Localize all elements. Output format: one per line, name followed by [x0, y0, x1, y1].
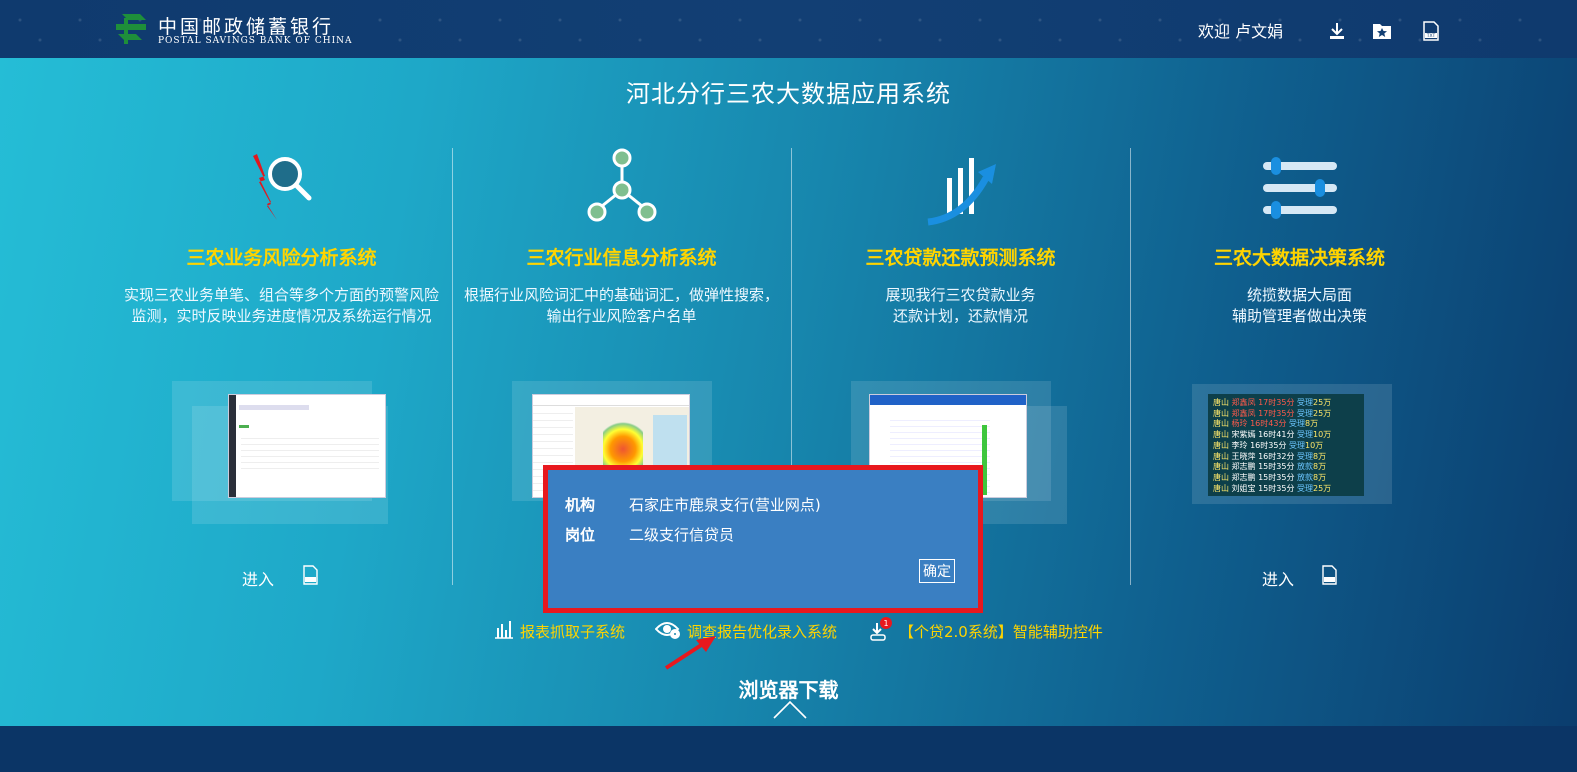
- logo-english-name: POSTAL SAVINGS BANK OF CHINA: [158, 36, 353, 46]
- ticker-row: 唐山 杨玲 16时43分 受理8万: [1213, 419, 1319, 429]
- network-nodes-icon: [587, 148, 656, 222]
- chevron-up-icon[interactable]: [772, 698, 808, 720]
- ticker-row: 唐山 郑志鹏 15时35分 放款8万: [1213, 462, 1327, 472]
- description-line: 还款计划，还款情况: [892, 307, 1028, 325]
- txt-file-icon[interactable]: TXT: [1420, 20, 1442, 42]
- main-panel: 河北分行三农大数据应用系统 三农业务风险分析系统 实现三农业务单笔、组合等多个方…: [0, 58, 1577, 726]
- system-preview: [172, 381, 392, 531]
- post-row: 岗位 二级支行信贷员: [565, 524, 734, 545]
- favorite-star-icon[interactable]: [1371, 20, 1393, 42]
- psbc-logo-icon: [116, 14, 146, 44]
- txt-file-icon[interactable]: [301, 565, 319, 585]
- system-description: 实现三农业务单笔、组合等多个方面的预警风险监测，实时反映业务进度情况及系统运行情…: [124, 286, 440, 325]
- personal-loan-plugin-link[interactable]: 【个贷2.0系统】智能辅助控件: [899, 621, 1103, 642]
- ticker-row: 唐山 郑鑫凤 17时35分 受理25万: [1213, 398, 1332, 407]
- report-chart-icon[interactable]: [494, 618, 514, 640]
- system-title[interactable]: 三农大数据决策系统: [1130, 243, 1469, 270]
- user-info-dialog: 机构 石家庄市鹿泉支行(营业网点) 岗位 二级支行信贷员 确定: [543, 465, 983, 613]
- ticker-row: 唐山 郑志鹏 15时35分 放款8万: [1213, 472, 1327, 482]
- txt-file-icon[interactable]: [1320, 565, 1338, 585]
- download-plugin-icon[interactable]: 1: [869, 615, 895, 643]
- enter-link[interactable]: 进入: [242, 566, 274, 590]
- ticker-row: 唐山 宋紫嫣 16时41分 受理10万: [1213, 430, 1332, 440]
- report-subsystem-link[interactable]: 报表抓取子系统: [520, 621, 625, 642]
- system-preview: 唐山 郑鑫凤 17时35分 受理25万 唐山 郑鑫凤 17时35分 受理25万 唐山…: [1192, 381, 1410, 531]
- ticker-row: 唐山 刘姐宝 15时35分 受理25万: [1213, 483, 1332, 493]
- download-icon[interactable]: [1326, 20, 1348, 42]
- welcome-user: 欢迎 卢文娟: [1198, 22, 1284, 41]
- svg-text:TXT: TXT: [1426, 33, 1436, 39]
- bar-growth-icon: [926, 158, 996, 226]
- preview-screenshot: [228, 394, 386, 498]
- footer-bar: [0, 726, 1577, 772]
- org-label: 机构: [565, 496, 596, 514]
- org-value: 石家庄市鹿泉支行(营业网点): [629, 496, 821, 514]
- sliders-icon: [1262, 157, 1337, 219]
- system-description: 统揽数据大局面 辅助管理者做出决策: [1142, 285, 1457, 327]
- quick-links: 报表抓取子系统 调查报告优化录入系统 1 【个贷2.0系统】智能辅助控件: [0, 615, 1577, 648]
- bank-logo[interactable]: 中国邮政储蓄银行 POSTAL SAVINGS BANK OF CHINA: [112, 8, 352, 50]
- top-header: 中国邮政储蓄银行 POSTAL SAVINGS BANK OF CHINA 欢迎…: [0, 0, 1577, 58]
- description-line: 展现我行三农贷款业务: [885, 286, 1036, 304]
- system-description: 根据行业风险词汇中的基础词汇，做弹性搜索，输出行业风险客户名单: [464, 286, 780, 325]
- post-value: 二级支行信贷员: [629, 526, 735, 544]
- post-label: 岗位: [565, 526, 596, 544]
- loan-ticker: 唐山 郑鑫凤 17时35分 受理25万 唐山 郑鑫凤 17时35分 受理25万 唐山…: [1208, 394, 1364, 496]
- system-description: 展现我行三农贷款业务 还款计划，还款情况: [803, 285, 1118, 327]
- system-title[interactable]: 三农贷款还款预测系统: [791, 243, 1130, 270]
- system-card-risk: 三农业务风险分析系统 实现三农业务单笔、组合等多个方面的预警风险监测，实时反映业…: [112, 138, 451, 598]
- page-title: 河北分行三农大数据应用系统: [626, 80, 951, 108]
- red-annotation-arrow: [664, 636, 716, 670]
- ticker-row: 唐山 王晓萍 16时32分 受理8万: [1213, 451, 1327, 461]
- org-row: 机构 石家庄市鹿泉支行(营业网点): [565, 494, 821, 515]
- description-line: 统揽数据大局面: [1246, 286, 1352, 304]
- description-line: 辅助管理者做出决策: [1231, 307, 1367, 325]
- notification-badge: 1: [883, 619, 888, 628]
- system-title[interactable]: 三农行业信息分析系统: [452, 243, 791, 270]
- confirm-button[interactable]: 确定: [919, 559, 955, 583]
- logo-chinese-name: 中国邮政储蓄银行: [158, 16, 335, 38]
- enter-link[interactable]: 进入: [1262, 566, 1294, 590]
- ticker-row: 唐山 李玲 16时35分 受理10万: [1213, 440, 1324, 450]
- system-title[interactable]: 三农业务风险分析系统: [112, 243, 451, 270]
- system-card-decision: 三农大数据决策系统 统揽数据大局面 辅助管理者做出决策 唐山 郑鑫凤 17时35…: [1130, 138, 1469, 598]
- ticker-row: 唐山 郑鑫凤 17时35分 受理25万: [1213, 408, 1332, 418]
- risk-magnifier-icon: [252, 154, 311, 220]
